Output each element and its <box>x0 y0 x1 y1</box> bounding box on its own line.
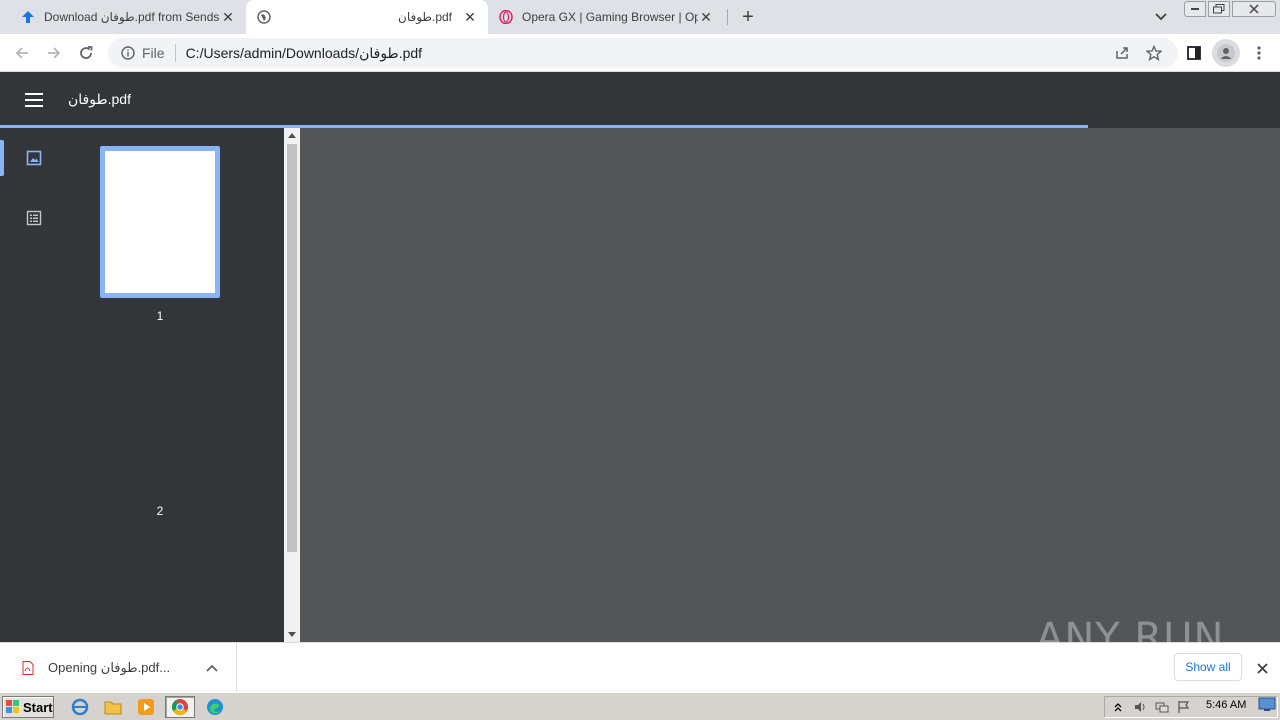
taskbar-clock[interactable]: 5:46 AM <box>1206 699 1246 711</box>
close-icon[interactable] <box>1252 658 1272 678</box>
download-item[interactable]: Opening طوفان.pdf... <box>0 643 237 692</box>
document-outline-icon[interactable] <box>20 204 48 232</box>
opera-icon <box>498 9 514 25</box>
pdf-toolbar: طوفان.pdf <box>0 72 1280 128</box>
media-player-icon[interactable] <box>134 696 158 718</box>
windows-taskbar: Start 5:46 AM <box>0 692 1280 720</box>
pdf-title: طوفان.pdf <box>68 91 131 107</box>
tab-title: Download طوفان.pdf from Sendspace.com <box>44 10 220 24</box>
system-tray <box>1104 696 1278 718</box>
close-icon[interactable]: ✕ <box>220 9 236 25</box>
chevron-up-icon[interactable] <box>202 658 222 678</box>
download-status: Opening طوفان.pdf... <box>48 659 171 675</box>
download-shelf: Opening طوفان.pdf... Show all <box>0 642 1280 692</box>
restore-button[interactable] <box>1208 1 1230 17</box>
url-text[interactable]: C:/Users/admin/Downloads/طوفان.pdf <box>186 45 423 62</box>
windows-logo-icon <box>6 700 19 713</box>
kebab-menu-icon[interactable] <box>1245 39 1273 67</box>
start-button[interactable]: Start <box>2 696 54 718</box>
active-indicator <box>0 140 4 176</box>
globe-icon <box>256 9 272 25</box>
pdf-file-icon <box>20 660 36 676</box>
page-number-label: 1 <box>156 309 164 323</box>
edge-icon[interactable] <box>203 696 227 718</box>
url-scheme-label: File <box>142 45 165 61</box>
chevron-down-icon[interactable] <box>1152 8 1170 26</box>
page-thumbnail[interactable] <box>100 146 220 298</box>
tab-pdf-active[interactable]: طوفان.pdf ✕ <box>246 0 488 34</box>
scrollbar-thumb[interactable] <box>287 144 297 552</box>
tab-sendspace[interactable]: Download طوفان.pdf from Sendspace.com ✕ <box>10 0 246 34</box>
page-number-label: 2 <box>156 504 164 518</box>
tab-title: طوفان.pdf <box>398 10 452 24</box>
minimize-button[interactable] <box>1184 1 1206 17</box>
internet-explorer-icon[interactable] <box>68 696 92 718</box>
browser-toolbar: File C:/Users/admin/Downloads/طوفان.pdf <box>0 34 1280 72</box>
bookmark-star-icon[interactable] <box>1140 39 1168 67</box>
side-panel-icon[interactable] <box>1180 39 1208 67</box>
scroll-down-arrow-icon[interactable] <box>284 628 300 642</box>
reload-button[interactable] <box>72 39 100 67</box>
window-close-button[interactable] <box>1232 1 1276 17</box>
scroll-up-arrow-icon[interactable] <box>284 128 300 142</box>
pdf-sidebar: 1 2 <box>0 128 284 642</box>
new-tab-button[interactable]: + <box>737 6 759 28</box>
volume-icon[interactable] <box>1131 698 1149 716</box>
info-icon[interactable] <box>118 43 138 63</box>
divider <box>174 44 176 62</box>
thumbnails-view-icon[interactable] <box>20 144 48 172</box>
action-center-flag-icon[interactable] <box>1175 698 1193 716</box>
tab-separator <box>727 9 728 25</box>
close-icon[interactable]: ✕ <box>462 9 478 25</box>
address-bar[interactable]: File C:/Users/admin/Downloads/طوفان.pdf <box>108 38 1178 68</box>
share-icon[interactable] <box>1108 39 1136 67</box>
forward-button[interactable] <box>40 39 68 67</box>
hamburger-menu-icon[interactable] <box>22 88 46 112</box>
tab-title: Opera GX | Gaming Browser | Opera <box>522 10 698 24</box>
start-label: Start <box>23 699 53 715</box>
file-explorer-icon[interactable] <box>101 696 125 718</box>
download-arrow-icon <box>20 9 36 25</box>
pdf-viewport[interactable] <box>300 128 1280 642</box>
tab-strip: Download طوفان.pdf from Sendspace.com ✕ … <box>0 0 1280 34</box>
show-all-button[interactable]: Show all <box>1174 653 1242 681</box>
profile-avatar-icon[interactable] <box>1212 39 1240 67</box>
sidebar-scrollbar[interactable] <box>284 128 300 642</box>
back-button[interactable] <box>8 39 36 67</box>
show-desktop-icon[interactable] <box>1258 696 1276 712</box>
tab-opera[interactable]: Opera GX | Gaming Browser | Opera ✕ <box>488 0 724 34</box>
chrome-icon[interactable] <box>165 696 195 718</box>
close-icon[interactable]: ✕ <box>698 9 714 25</box>
network-icon[interactable] <box>1153 698 1171 716</box>
tray-expand-icon[interactable] <box>1109 698 1127 716</box>
